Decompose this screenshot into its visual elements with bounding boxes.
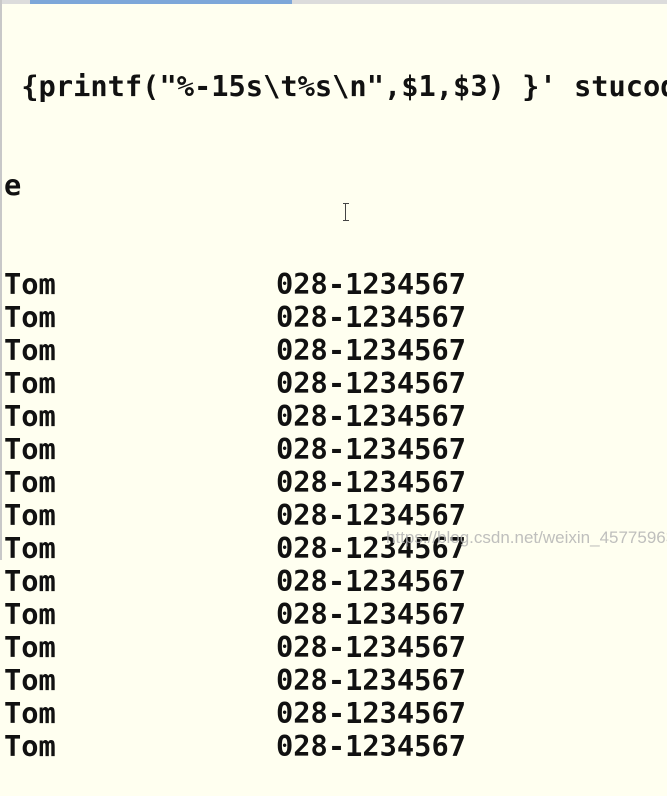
phone-cell: 028-1234567: [276, 465, 466, 499]
phone-cell: 028-1234567: [276, 333, 466, 367]
output-row: Tom 028-1234567: [4, 400, 667, 433]
output-row: Tom 028-1234567: [4, 433, 667, 466]
phone-cell: 028-1234567: [276, 564, 466, 598]
phone-cell: 028-1234567: [276, 366, 466, 400]
watermark: https://blog.csdn.net/weixin_45775963: [386, 528, 667, 547]
name-cell: Tom: [4, 366, 56, 400]
name-cell: Tom: [4, 564, 56, 598]
phone-cell: 028-1234567: [276, 432, 466, 466]
name-cell: Tom: [4, 399, 56, 433]
output-row: Tom 028-1234567: [4, 268, 667, 301]
name-cell: Tom: [4, 465, 56, 499]
output-row: Tom 028-1234567: [4, 598, 667, 631]
output-row: Tom 028-1234567: [4, 334, 667, 367]
output-row: Tom 028-1234567: [4, 664, 667, 697]
output-row: Tom 028-1234567: [4, 697, 667, 730]
phone-cell: 028-1234567: [276, 597, 466, 631]
output-row: Tom 028-1234567: [4, 730, 667, 763]
name-cell: Tom: [4, 267, 56, 301]
output-row: Tom 028-1234567: [4, 565, 667, 598]
name-cell: Tom: [4, 498, 56, 532]
output-row: Tom 028-1234567: [4, 301, 667, 334]
name-cell: Tom: [4, 333, 56, 367]
output-row: Tom 028-1234567: [4, 631, 667, 664]
command-line: {printf("%-15s\t%s\n",$1,$3) }' stucod: [4, 69, 667, 103]
phone-cell: 028-1234567: [276, 399, 466, 433]
terminal-output[interactable]: {printf("%-15s\t%s\n",$1,$3) }' stucod e…: [4, 4, 667, 796]
name-cell: Tom: [4, 729, 56, 763]
phone-cell: 028-1234567: [276, 300, 466, 334]
phone-cell: 028-1234567: [276, 267, 466, 301]
name-cell: Tom: [4, 630, 56, 664]
command-line-wrap: e: [4, 168, 22, 202]
window-border: [0, 0, 2, 560]
phone-cell: 028-1234567: [276, 696, 466, 730]
name-cell: Tom: [4, 531, 56, 565]
phone-cell: 028-1234567: [276, 630, 466, 664]
phone-cell: 028-1234567: [276, 729, 466, 763]
phone-cell: 028-1234567: [276, 663, 466, 697]
name-cell: Tom: [4, 663, 56, 697]
name-cell: Tom: [4, 597, 56, 631]
output-row: Tom 028-1234567: [4, 466, 667, 499]
name-cell: Tom: [4, 432, 56, 466]
name-cell: Tom: [4, 696, 56, 730]
name-cell: Tom: [4, 300, 56, 334]
text-cursor-icon: [343, 203, 351, 221]
output-row: Tom 028-1234567: [4, 367, 667, 400]
phone-cell: 028-1234567: [276, 498, 466, 532]
